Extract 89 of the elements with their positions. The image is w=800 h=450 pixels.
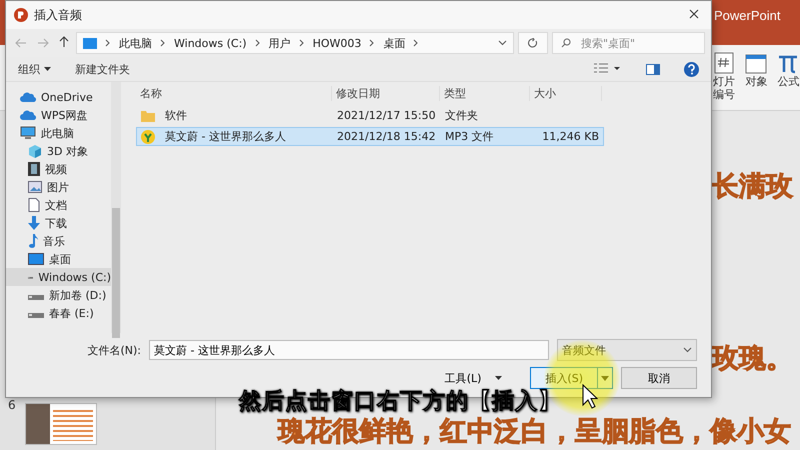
cloud-icon	[20, 110, 36, 120]
search-icon	[561, 38, 571, 48]
new-folder-button[interactable]: 新建文件夹	[75, 62, 130, 76]
chevron-icon	[160, 39, 166, 47]
nav-item[interactable]: 桌面	[6, 250, 111, 268]
caret-icon	[44, 67, 51, 72]
nav-item[interactable]: 此电脑	[6, 124, 111, 142]
nav-item[interactable]: Windows (C:)	[6, 268, 111, 286]
refresh-icon	[528, 38, 538, 48]
cloud-icon	[20, 92, 36, 102]
video-caption: 然后点击窗口右下方的【插入】	[239, 388, 561, 416]
down-arrow-icon	[28, 216, 40, 230]
nav-item[interactable]: OneDrive	[6, 88, 111, 106]
dialog-title: 插入音频	[34, 6, 83, 24]
back-arrow-icon	[15, 38, 27, 48]
cursor-icon	[582, 384, 598, 410]
nav-item[interactable]: 下载	[6, 214, 111, 232]
refresh-button[interactable]	[518, 32, 548, 54]
nav-item[interactable]: WPS网盘	[6, 106, 111, 124]
slide-text: 长满玫	[712, 170, 793, 204]
help-icon[interactable]	[684, 62, 699, 76]
file-date: 2021/12/18 15:42	[336, 130, 437, 143]
nav-item[interactable]: 视频	[6, 160, 111, 178]
up-arrow-icon	[59, 36, 69, 48]
film-icon	[28, 162, 40, 176]
ribbon-button[interactable]: 灯片编号	[712, 52, 736, 102]
column-header[interactable]: 名称	[136, 86, 332, 100]
breadcrumb-item[interactable]: 桌面	[383, 36, 406, 50]
breadcrumb-item[interactable]: HOW003	[312, 36, 362, 50]
document-icon	[28, 198, 40, 212]
audio-file-icon	[141, 130, 155, 144]
address-bar[interactable]: 此电脑 Windows (C:) 用户 HOW003 桌面	[76, 32, 514, 54]
ribbon-button[interactable]: 对象	[744, 52, 768, 102]
chevron-icon	[413, 39, 420, 47]
column-header[interactable]: 修改日期	[332, 86, 440, 100]
nav-item[interactable]: 3D 对象	[6, 142, 111, 160]
desktop-icon	[28, 253, 44, 265]
breadcrumb-item[interactable]: 此电脑	[119, 36, 152, 50]
chevron-icon	[298, 39, 305, 47]
slide-number-icon	[714, 52, 734, 74]
dropdown-icon	[498, 40, 507, 46]
chevron-icon	[369, 39, 376, 47]
picture-icon	[28, 181, 42, 193]
forward-arrow-icon	[37, 38, 49, 48]
chevron-icon	[254, 39, 261, 47]
object-icon	[745, 52, 768, 74]
file-row[interactable]: 软件 2021/12/17 15:50 文件夹	[136, 106, 604, 125]
breadcrumb-item[interactable]: 用户	[268, 36, 291, 50]
nav-item[interactable]: 春春 (E:)	[6, 304, 111, 322]
caret-icon	[495, 376, 502, 380]
cancel-button[interactable]: 取消	[621, 367, 697, 389]
caret-icon[interactable]	[601, 376, 609, 380]
close-icon	[689, 9, 699, 19]
app-title: PowerPoint	[714, 8, 780, 23]
nav-item[interactable]: 图片	[6, 178, 111, 196]
search-field[interactable]: 搜索"桌面"	[552, 32, 705, 54]
monitor-icon	[83, 38, 97, 48]
powerpoint-icon	[14, 8, 28, 22]
file-size: 11,246 KB	[541, 130, 600, 143]
column-header[interactable]: 大小	[530, 86, 602, 100]
breadcrumb-item[interactable]: Windows (C:)	[174, 36, 247, 50]
file-type: 文件夹	[444, 108, 479, 123]
file-name: 软件	[164, 108, 187, 123]
slide-number: 6	[8, 398, 16, 412]
preview-pane-icon[interactable]	[646, 64, 660, 74]
chevron-icon	[105, 39, 111, 47]
slide-text: 瑰花很鲜艳，红中泛白，呈胭脂色，像小女	[278, 415, 791, 449]
dropdown-icon	[683, 347, 692, 353]
monitor-icon	[20, 126, 36, 140]
file-row[interactable]: 莫文蔚 - 这世界那么多人 2021/12/18 15:42 MP3 文件 11,246 KB	[136, 127, 604, 146]
nav-item[interactable]: 新加卷 (D:)	[6, 286, 111, 304]
file-name: 莫文蔚 - 这世界那么多人	[164, 129, 286, 144]
cube-icon	[28, 144, 42, 158]
nav-item[interactable]: 文档	[6, 196, 111, 214]
filename-field[interactable]: 莫文蔚 - 这世界那么多人	[149, 340, 549, 360]
slide-thumbnail[interactable]	[25, 403, 97, 445]
filename-label: 文件名(N):	[87, 342, 141, 358]
file-date: 2021/12/17 15:50	[336, 109, 437, 122]
nav-item[interactable]: 音乐	[6, 232, 111, 250]
view-options-icon[interactable]	[594, 63, 622, 75]
ribbon-button[interactable]: 公式	[776, 52, 800, 102]
scrollbar-thumb[interactable]	[112, 208, 120, 338]
music-note-icon	[28, 234, 38, 248]
filetype-dropdown[interactable]: 音频文件	[557, 339, 697, 361]
organize-menu[interactable]: 组织	[18, 62, 51, 76]
column-header[interactable]: 类型	[440, 86, 530, 100]
tools-menu[interactable]: 工具(L)	[438, 370, 508, 386]
file-type: MP3 文件	[444, 129, 495, 144]
slide-text: 玫瑰。	[712, 342, 793, 376]
